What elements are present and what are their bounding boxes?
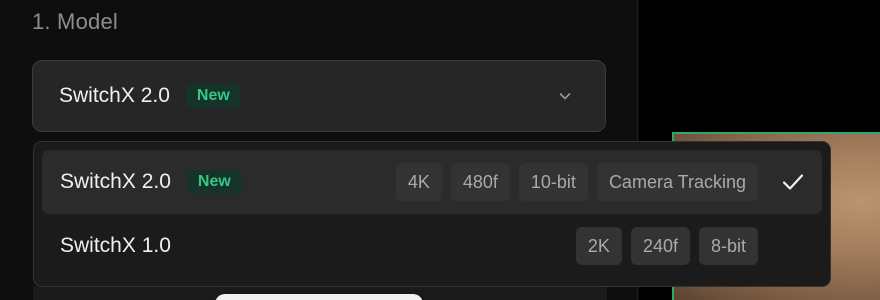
spec-tag-frames: 240f <box>630 227 690 265</box>
spec-tag-feature: Camera Tracking <box>596 163 758 201</box>
spec-tag-bit-depth: 8-bit <box>698 227 758 265</box>
new-badge: New <box>185 84 241 108</box>
selected-model-name: SwitchX 2.0 <box>59 84 170 107</box>
model-option-switchx-2[interactable]: SwitchX 2.0 New 4K 480f 10-bit Camera Tr… <box>42 150 822 214</box>
model-option-switchx-1[interactable]: SwitchX 1.0 2K 240f 8-bit <box>42 214 822 278</box>
chevron-down-icon[interactable] <box>557 88 573 104</box>
model-dropdown-menu: SwitchX 2.0 New 4K 480f 10-bit Camera Tr… <box>33 141 831 287</box>
option-spec-tags: 4K 480f 10-bit Camera Tracking <box>395 163 758 201</box>
app-stage: 1. Model SwitchX 2.0 New SwitchX 2.0 New… <box>0 0 880 300</box>
spec-tag-resolution: 4K <box>395 163 442 201</box>
option-model-name: SwitchX 2.0 <box>60 170 171 193</box>
section-title: 1. Model <box>32 9 118 34</box>
option-spec-tags: 2K 240f 8-bit <box>575 227 758 265</box>
spec-tag-resolution: 2K <box>575 227 622 265</box>
spec-tag-frames: 480f <box>450 163 510 201</box>
spec-tag-bit-depth: 10-bit <box>518 163 588 201</box>
option-model-name: SwitchX 1.0 <box>60 234 171 257</box>
model-select[interactable]: SwitchX 2.0 New <box>32 60 606 132</box>
new-badge: New <box>186 170 242 194</box>
action-button[interactable] <box>215 294 423 300</box>
checkmark-icon <box>782 174 804 190</box>
